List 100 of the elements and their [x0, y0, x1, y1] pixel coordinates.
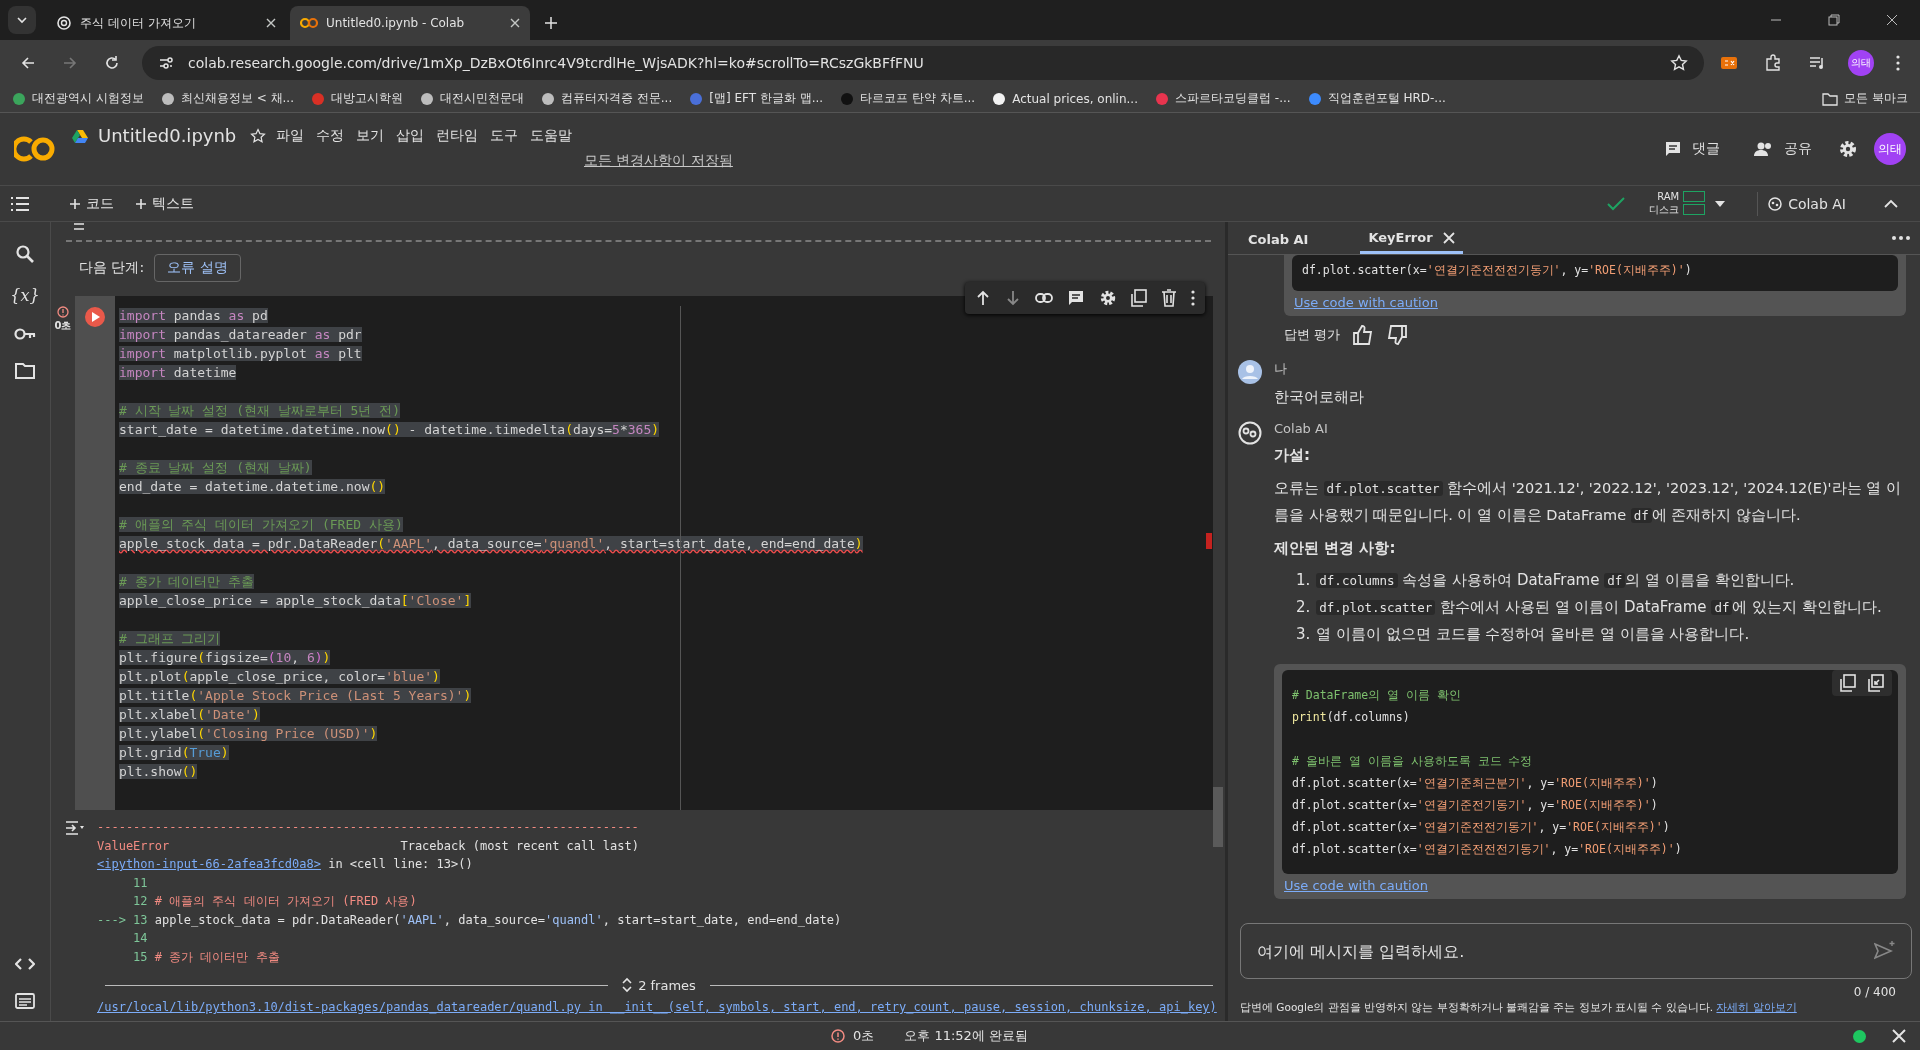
folder-icon[interactable] — [15, 363, 35, 379]
address-bar[interactable]: colab.research.google.com/drive/1mXp_DzBxOt6Inrc4V9tcrdlHe_WjsADK?hl=ko#scrollTo=RCszGkBFfFNU — [142, 45, 1704, 80]
swirl-icon — [56, 15, 72, 31]
reload-icon[interactable] — [104, 54, 120, 71]
traceback-line: ValueError Traceback (most recent call last) — [97, 837, 640, 855]
terminal-icon[interactable] — [15, 993, 35, 1009]
drive-icon[interactable] — [72, 128, 88, 143]
mirror-cell-icon[interactable] — [1131, 289, 1147, 307]
bookmark[interactable]: 최신채용정보 < 채... — [160, 90, 294, 107]
bookmark[interactable]: Actual prices, onlin... — [992, 91, 1138, 106]
colab-logo[interactable] — [14, 136, 56, 162]
bookmark[interactable]: 대방고시학원 — [310, 90, 403, 107]
error-icon — [57, 306, 69, 318]
collapse-icon[interactable] — [1884, 198, 1898, 209]
ai-icon[interactable] — [1768, 196, 1783, 211]
resource-meter[interactable]: RAM 디스크 — [1649, 190, 1706, 217]
bookmark[interactable]: 대전광역시 시험정보 — [12, 90, 144, 107]
copy-icon[interactable] — [1840, 674, 1856, 692]
delete-icon[interactable] — [1161, 289, 1177, 307]
forward-icon[interactable] — [62, 54, 78, 71]
run-button[interactable] — [84, 306, 106, 328]
message-field[interactable]: 여기에 메시지를 입력하세요. — [1240, 923, 1912, 979]
sender-name: 나 — [1274, 360, 1288, 378]
bookmark[interactable]: 직업훈련포털 HRD-... — [1307, 90, 1446, 107]
thumbs-down-icon[interactable] — [1386, 324, 1409, 346]
character-counter: 0 / 400 — [1853, 984, 1897, 1001]
move-up-icon[interactable] — [975, 290, 991, 306]
close-icon[interactable] — [1442, 231, 1455, 244]
menu-item[interactable]: 삽입 — [396, 126, 425, 145]
puzzle-icon[interactable] — [1764, 53, 1782, 72]
link-icon[interactable] — [1035, 293, 1053, 303]
scrollbar-thumb[interactable] — [1213, 787, 1223, 847]
user-message: 한국어로해라 — [1274, 388, 1365, 407]
thumbs-up-icon[interactable] — [1352, 324, 1375, 346]
code-icon[interactable] — [15, 957, 35, 971]
menu-item[interactable]: 보기 — [356, 126, 385, 145]
output-toggle-icon[interactable] — [65, 820, 85, 836]
menu-item[interactable]: 런타임 — [436, 126, 479, 145]
comment-icon[interactable] — [1067, 289, 1085, 307]
menu-item[interactable]: 도움말 — [530, 126, 573, 145]
settings-icon[interactable] — [1099, 289, 1117, 307]
bookmark[interactable]: 타르코프 탄약 차트... — [840, 90, 976, 107]
more-icon[interactable] — [1896, 54, 1900, 71]
close-icon[interactable] — [1892, 1029, 1906, 1043]
settings-icon[interactable] — [1838, 139, 1858, 159]
insert-code-icon[interactable] — [1868, 674, 1884, 692]
add-code-button[interactable]: 코드 — [64, 190, 120, 217]
back-icon[interactable] — [20, 54, 36, 71]
star-icon[interactable] — [250, 127, 267, 144]
comments-button[interactable]: 댓글 — [1654, 134, 1730, 164]
people-icon[interactable] — [1754, 141, 1774, 157]
star-icon[interactable] — [1670, 53, 1688, 72]
more-icon[interactable] — [1892, 236, 1910, 240]
more-icon[interactable] — [1191, 290, 1195, 306]
file-path-link[interactable]: /usr/local/lib/python3.10/dist-packages/pandas_datareader/quandl.py in __init__(self, symbols, start, end, retry_count, pause, session, chunksize, api_key) — [97, 1000, 1217, 1014]
move-down-icon[interactable] — [1005, 290, 1021, 306]
plus-icon[interactable] — [136, 198, 146, 209]
add-text-button[interactable]: 텍스트 — [130, 190, 200, 217]
bookmark[interactable]: 컴퓨터자격증 전문... — [540, 90, 673, 107]
table-of-contents-icon[interactable] — [10, 195, 30, 212]
explain-error-button[interactable]: 오류 설명 — [154, 254, 241, 282]
restore-icon[interactable] — [1828, 14, 1840, 26]
tab-search-button[interactable] — [8, 6, 36, 34]
bookmark[interactable]: 대전시민천문대 — [419, 90, 524, 107]
user-avatar[interactable]: 의태 — [1874, 133, 1906, 165]
execution-time: 0초 — [54, 319, 72, 333]
dropdown-icon[interactable] — [1715, 200, 1726, 207]
panel-tab[interactable]: Colab AI — [1240, 224, 1317, 254]
chevron-down-icon[interactable] — [16, 14, 28, 26]
search-icon[interactable] — [15, 244, 35, 264]
error-icon — [831, 1029, 845, 1043]
disclaimer-text: 답변에 Google의 관점을 반영하지 않는 부정확하거나 불쾌감을 주는 정보가 표시될 수 있습니다. 자세히 알아보기 — [1240, 1001, 1798, 1015]
send-icon[interactable] — [1874, 940, 1896, 960]
close-icon[interactable] — [266, 18, 276, 28]
site-info-icon[interactable] — [158, 54, 174, 71]
colab-ai-button[interactable]: Colab AI — [1757, 191, 1856, 216]
browser-tab[interactable]: Untitled0.ipynb - Colab — [290, 6, 530, 40]
response-heading: 가설: — [1274, 446, 1311, 465]
menu-item[interactable]: 파일 — [276, 126, 305, 145]
expand-icon[interactable] — [622, 977, 633, 993]
notebook-title[interactable]: Untitled0.ipynb — [98, 125, 237, 146]
bookmark[interactable]: 스파르타코딩클럽 -... — [1155, 90, 1291, 107]
variables-icon[interactable]: {x} — [10, 286, 40, 305]
comment-icon[interactable] — [1664, 140, 1682, 158]
key-icon[interactable] — [14, 327, 36, 341]
menu-item[interactable]: 수정 — [316, 126, 345, 145]
menu-item[interactable]: 도구 — [490, 126, 519, 145]
new-tab-icon[interactable] — [544, 16, 558, 30]
profile-avatar[interactable]: 의태 — [1848, 49, 1874, 76]
close-icon[interactable] — [1886, 14, 1898, 26]
frames-toggle[interactable]: 2 frames — [616, 976, 702, 994]
share-button[interactable]: 공유 — [1744, 134, 1822, 164]
browser-tab[interactable]: 주식 데이터 가져오기 — [46, 6, 286, 40]
close-icon[interactable] — [510, 18, 520, 28]
plus-icon[interactable] — [70, 198, 80, 209]
learn-more-link[interactable]: 자세히 알아보기 — [1716, 1001, 1797, 1013]
save-status-link[interactable]: 모든 변경사항이 저장됨 — [584, 152, 733, 170]
bookmark[interactable]: [맵] EFT 한글화 맵... — [689, 90, 824, 107]
sender-name: Colab AI — [1274, 421, 1329, 436]
all-bookmarks[interactable]: 모든 북마크 — [1822, 90, 1908, 107]
